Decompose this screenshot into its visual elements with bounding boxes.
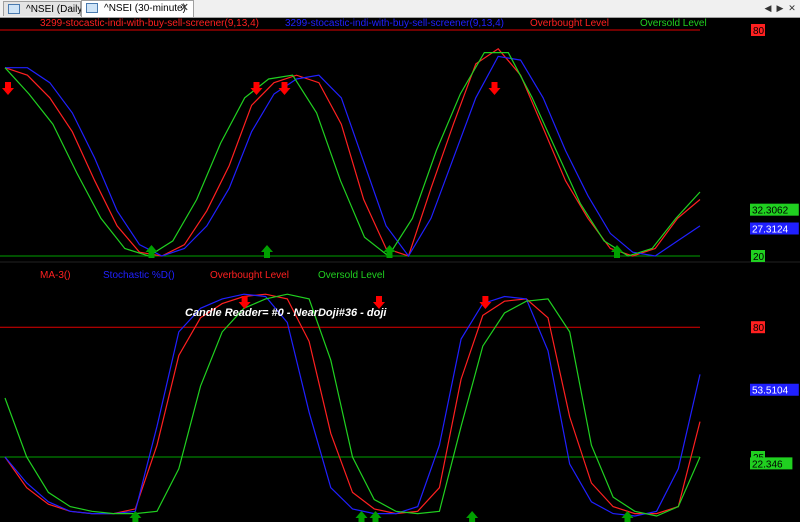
- candle-reader-annotation: Candle Reader= #0 - NearDoji#36 - doji: [185, 307, 387, 319]
- tab-label: ^NSEI (30-minute): [104, 3, 186, 14]
- legend-entry: MA-3(): [40, 270, 71, 281]
- legend-entry: Overbought Level: [530, 18, 609, 29]
- tab-label: ^NSEI (Daily): [26, 4, 86, 15]
- value-label: 32.3062: [752, 206, 789, 217]
- level-label: 20: [753, 252, 765, 263]
- legend-entry: 3299-stocastic-indi-with-buy-sell-screen…: [40, 18, 259, 29]
- tab-nsei-30-minute[interactable]: ^NSEI (30-minute) ✕: [81, 0, 194, 17]
- scroll-right-icon[interactable]: ▶: [774, 1, 786, 15]
- tab-nsei-daily[interactable]: ^NSEI (Daily): [3, 1, 86, 16]
- legend-entry: Oversold Level: [640, 18, 707, 29]
- value-label: 53.5104: [752, 386, 789, 397]
- legend-entry: Overbought Level: [210, 270, 289, 281]
- legend-entry: Oversold Level: [318, 270, 385, 281]
- level-label: 80: [753, 26, 765, 37]
- value-label: 27.3124: [752, 225, 789, 236]
- legend-entry: 3299-stocastic-indi-with-buy-sell-screen…: [285, 18, 504, 29]
- tab-close-icon[interactable]: ✕: [180, 1, 189, 16]
- chart-area: 3299-stocastic-indi-with-buy-sell-screen…: [0, 18, 800, 522]
- level-label: 80: [753, 323, 765, 334]
- value-label: 22.346: [752, 459, 783, 470]
- legend-entry: Stochastic %D(): [103, 270, 175, 281]
- chart-tab-icon: [8, 4, 20, 14]
- scroll-left-icon[interactable]: ◀: [762, 1, 774, 15]
- chart-tab-icon: [86, 3, 98, 13]
- tab-bar: ^NSEI (Daily) ^NSEI (30-minute) ✕ ◀ ▶ ✕: [0, 0, 800, 18]
- close-window-icon[interactable]: ✕: [786, 1, 798, 15]
